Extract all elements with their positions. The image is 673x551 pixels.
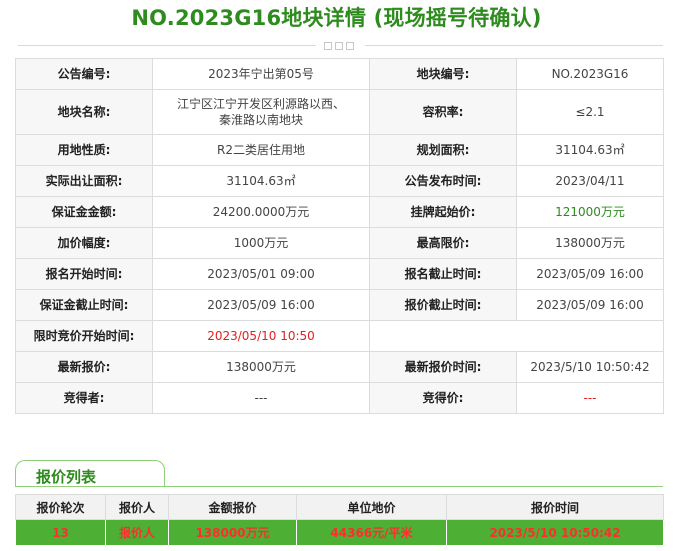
detail-row: 报名开始时间: 2023/05/01 09:00 报名截止时间: 2023/05… xyxy=(15,258,664,290)
parcel-name-label: 地块名称: xyxy=(15,89,153,135)
parcel-number-value: NO.2023G16 xyxy=(516,58,664,90)
registration-end-label: 报名截止时间: xyxy=(369,258,517,290)
tab-bid-list-label: 报价列表 xyxy=(36,468,97,486)
deposit-value: 24200.0000万元 xyxy=(152,196,370,228)
increment-value: 1000万元 xyxy=(152,227,370,259)
bid-time: 2023/5/10 10:50:42 xyxy=(446,519,664,546)
bid-unit-price: 44366元/平米 xyxy=(296,519,447,546)
bid-list-table: 报价轮次 报价人 金额报价 单位地价 报价时间 13 报价人 138000万元 … xyxy=(15,494,664,546)
detail-row: 公告编号: 2023年宁出第05号 地块编号: NO.2023G16 xyxy=(15,58,664,90)
detail-row: 最新报价: 138000万元 最新报价时间: 2023/5/10 10:50:4… xyxy=(15,351,664,383)
bid-round: 13 xyxy=(15,519,106,546)
detail-row: 地块名称: 江宁区江宁开发区利源路以西、 秦淮路以南地块 容积率: ≤2.1 xyxy=(15,89,664,135)
empty-cell xyxy=(369,320,664,352)
notice-date-value: 2023/04/11 xyxy=(516,165,664,197)
timed-bidding-start-label: 限时竞价开始时间: xyxy=(15,320,153,352)
bid-amount: 138000万元 xyxy=(168,519,297,546)
planned-area-value: 31104.63㎡ xyxy=(516,134,664,166)
bid-list-header: 报价轮次 报价人 金额报价 单位地价 报价时间 xyxy=(15,494,664,520)
bid-deadline-value: 2023/05/09 16:00 xyxy=(516,289,664,321)
notice-number-label: 公告编号: xyxy=(15,58,153,90)
notice-number-value: 2023年宁出第05号 xyxy=(152,58,370,90)
registration-start-value: 2023/05/01 09:00 xyxy=(152,258,370,290)
land-use-label: 用地性质: xyxy=(15,134,153,166)
bid-row: 13 报价人 138000万元 44366元/平米 2023/5/10 10:5… xyxy=(15,519,664,546)
actual-area-label: 实际出让面积: xyxy=(15,165,153,197)
detail-row: 竞得者: --- 竞得价: --- xyxy=(15,382,664,414)
planned-area-label: 规划面积: xyxy=(369,134,517,166)
plot-ratio-label: 容积率: xyxy=(369,89,517,135)
registration-start-label: 报名开始时间: xyxy=(15,258,153,290)
plot-ratio-value: ≤2.1 xyxy=(516,89,664,135)
actual-area-value: 31104.63㎡ xyxy=(152,165,370,197)
detail-row: 实际出让面积: 31104.63㎡ 公告发布时间: 2023/04/11 xyxy=(15,165,664,197)
divider-ornament xyxy=(324,40,354,52)
header-amount: 金额报价 xyxy=(168,494,297,520)
bid-deadline-label: 报价截止时间: xyxy=(369,289,517,321)
deposit-deadline-label: 保证金截止时间: xyxy=(15,289,153,321)
starting-price-value: 121000万元 xyxy=(516,196,664,228)
latest-bid-time-label: 最新报价时间: xyxy=(369,351,517,383)
registration-end-value: 2023/05/09 16:00 xyxy=(516,258,664,290)
header-bidder: 报价人 xyxy=(105,494,169,520)
parcel-name-value: 江宁区江宁开发区利源路以西、 秦淮路以南地块 xyxy=(152,89,370,135)
winning-price-label: 竞得价: xyxy=(369,382,517,414)
latest-bid-label: 最新报价: xyxy=(15,351,153,383)
increment-label: 加价幅度: xyxy=(15,227,153,259)
parcel-name-line2: 秦淮路以南地块 xyxy=(218,113,303,127)
detail-row: 保证金截止时间: 2023/05/09 16:00 报价截止时间: 2023/0… xyxy=(15,289,664,321)
bid-bidder: 报价人 xyxy=(105,519,169,546)
tab-underline xyxy=(15,486,663,487)
deposit-label: 保证金金额: xyxy=(15,196,153,228)
title-divider xyxy=(18,40,663,52)
header-unit-price: 单位地价 xyxy=(296,494,447,520)
detail-row: 加价幅度: 1000万元 最高限价: 138000万元 xyxy=(15,227,664,259)
detail-row: 用地性质: R2二类居住用地 规划面积: 31104.63㎡ xyxy=(15,134,664,166)
parcel-detail-table: 公告编号: 2023年宁出第05号 地块编号: NO.2023G16 地块名称:… xyxy=(15,58,664,414)
detail-row: 保证金金额: 24200.0000万元 挂牌起始价: 121000万元 xyxy=(15,196,664,228)
winner-value: --- xyxy=(152,382,370,414)
notice-date-label: 公告发布时间: xyxy=(369,165,517,197)
timed-bidding-start-value: 2023/05/10 10:50 xyxy=(152,320,370,352)
parcel-number-label: 地块编号: xyxy=(369,58,517,90)
max-price-value: 138000万元 xyxy=(516,227,664,259)
winning-price-value: --- xyxy=(516,382,664,414)
latest-bid-value: 138000万元 xyxy=(152,351,370,383)
header-time: 报价时间 xyxy=(446,494,664,520)
starting-price-label: 挂牌起始价: xyxy=(369,196,517,228)
parcel-name-line1: 江宁区江宁开发区利源路以西、 xyxy=(176,97,345,111)
deposit-deadline-value: 2023/05/09 16:00 xyxy=(152,289,370,321)
detail-row: 限时竞价开始时间: 2023/05/10 10:50 xyxy=(15,320,664,352)
header-round: 报价轮次 xyxy=(15,494,106,520)
land-use-value: R2二类居住用地 xyxy=(152,134,370,166)
page-title: NO.2023G16地块详情 (现场摇号待确认) xyxy=(131,6,542,30)
latest-bid-time-value: 2023/5/10 10:50:42 xyxy=(516,351,664,383)
tab-bid-list[interactable]: 报价列表 xyxy=(15,460,165,487)
max-price-label: 最高限价: xyxy=(369,227,517,259)
winner-label: 竞得者: xyxy=(15,382,153,414)
